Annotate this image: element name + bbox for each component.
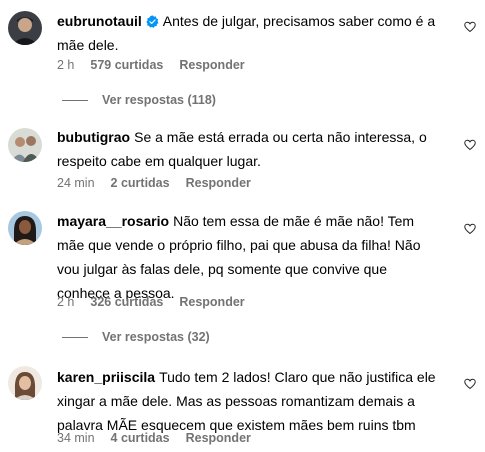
comment-username[interactable]: mayara__rosario (57, 213, 169, 229)
view-replies-label: Ver respostas (32) (102, 330, 210, 344)
comment-time: 2 h (57, 295, 75, 309)
replies-divider (62, 100, 88, 102)
comment-meta: 34 min 4 curtidas Responder (57, 430, 267, 446)
heart-outline-icon[interactable] (464, 139, 476, 151)
comment-meta: 2 h 326 curtidas Responder (57, 294, 261, 310)
heart-outline-icon[interactable] (464, 21, 476, 33)
verified-badge-icon (146, 15, 159, 28)
comment-username[interactable]: eubrunotauil (57, 13, 142, 29)
reply-button[interactable]: Responder (186, 431, 251, 445)
comment-meta: 2 h 579 curtidas Responder (57, 57, 261, 73)
reply-button[interactable]: Responder (179, 295, 244, 309)
avatar[interactable] (8, 211, 42, 245)
comment-username[interactable]: bubutigrao (57, 129, 130, 145)
comment-meta: 24 min 2 curtidas Responder (57, 175, 267, 191)
replies-divider (62, 337, 88, 339)
likes-count[interactable]: 326 curtidas (90, 295, 163, 309)
comment-body: mayara__rosario Não tem essa de mãe é mãe… (57, 209, 442, 305)
likes-count[interactable]: 4 curtidas (111, 431, 170, 445)
comment-time: 24 min (57, 176, 95, 190)
view-replies-button[interactable]: Ver respostas (118) (62, 92, 216, 108)
comment-body: karen_priiscila Tudo tem 2 lados! Claro q… (57, 365, 442, 437)
comment-time: 34 min (57, 431, 95, 445)
avatar[interactable] (8, 366, 42, 400)
likes-count[interactable]: 2 curtidas (111, 176, 170, 190)
view-replies-label: Ver respostas (118) (102, 93, 216, 107)
heart-outline-icon[interactable] (464, 378, 476, 390)
comment-body: eubrunotauil Antes de julgar, precisamos … (57, 9, 442, 57)
avatar[interactable] (8, 11, 42, 45)
heart-outline-icon[interactable] (464, 223, 476, 235)
reply-button[interactable]: Responder (186, 176, 251, 190)
reply-button[interactable]: Responder (179, 58, 244, 72)
comment-body: bubutigrao Se a mãe está errada ou certa … (57, 125, 442, 173)
comment-username[interactable]: karen_priiscila (57, 369, 155, 385)
likes-count[interactable]: 579 curtidas (90, 58, 163, 72)
avatar[interactable] (8, 128, 42, 162)
view-replies-button[interactable]: Ver respostas (32) (62, 329, 210, 345)
comment-time: 2 h (57, 58, 75, 72)
